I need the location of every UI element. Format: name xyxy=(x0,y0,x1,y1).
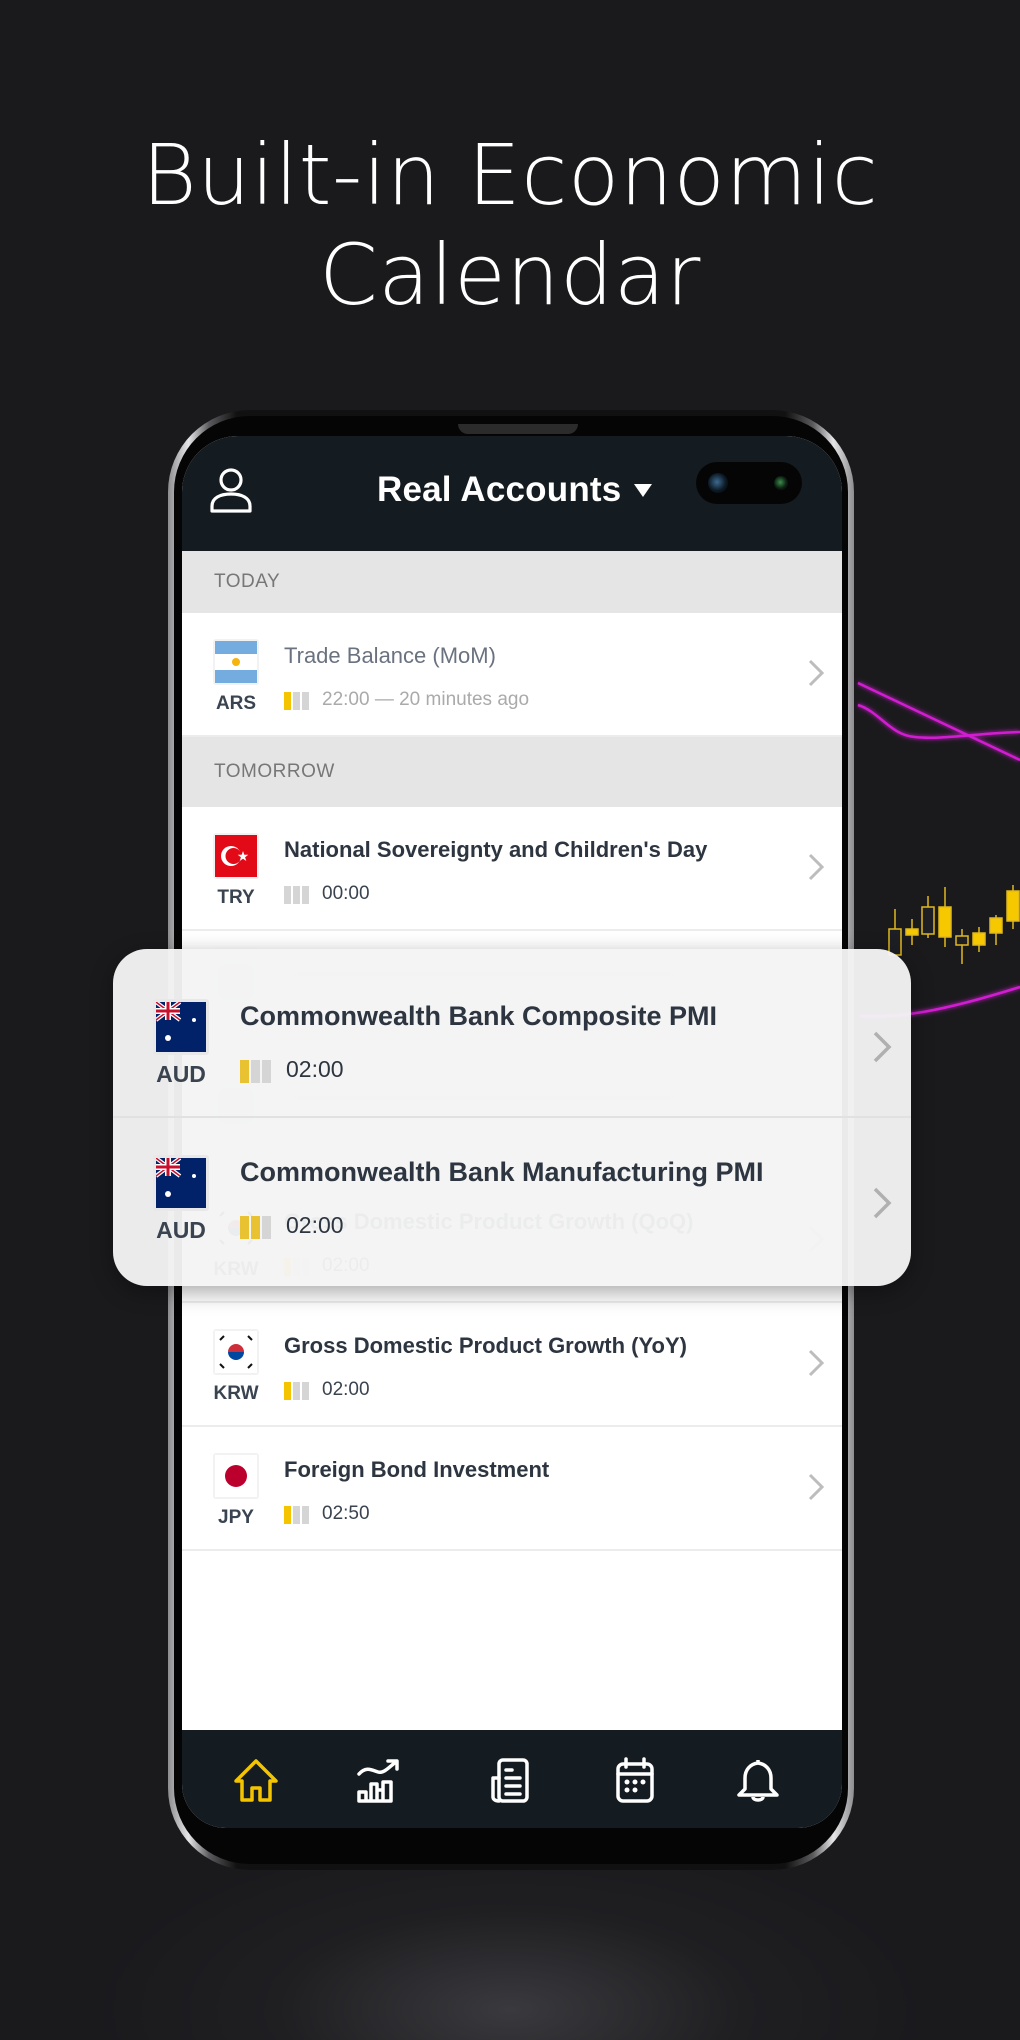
event-row[interactable]: TRY National Sovereignty and Children's … xyxy=(182,807,842,931)
event-row[interactable]: KRW Gross Domestic Product Growth (YoY) … xyxy=(182,1303,842,1427)
news-icon[interactable] xyxy=(485,1756,535,1806)
bottom-nav xyxy=(182,1730,842,1828)
top-bar: Real Accounts xyxy=(182,436,842,551)
currency-code: ARS xyxy=(215,693,257,714)
chevron-right-icon xyxy=(808,659,825,687)
chevron-right-icon xyxy=(808,853,825,881)
australia-flag-icon xyxy=(153,1155,209,1211)
south-korea-flag-icon xyxy=(213,1329,259,1375)
markets-chart-icon[interactable] xyxy=(354,1756,404,1806)
camera-lens xyxy=(708,473,728,493)
front-camera xyxy=(696,462,802,504)
event-row-highlighted[interactable]: AUD Commonwealth Bank Composite PMI 02:0… xyxy=(113,949,911,1099)
phone-speaker xyxy=(458,424,578,434)
event-row-highlighted[interactable]: AUD Commonwealth Bank Manufacturing PMI … xyxy=(113,1117,911,1286)
caret-down-icon[interactable] xyxy=(634,484,652,497)
chevron-right-icon xyxy=(873,1031,892,1063)
camera-lens-secondary xyxy=(774,476,788,490)
section-header-today: TODAY xyxy=(182,551,842,613)
event-time: 00:00 xyxy=(322,883,370,904)
account-selector[interactable]: Real Accounts xyxy=(377,470,621,510)
event-time: 02:50 xyxy=(322,1503,370,1524)
headline: Built-in Economic Calendar xyxy=(0,125,1020,325)
event-row[interactable]: ARS Trade Balance (MoM) 22:00 — 20 minut… xyxy=(182,613,842,737)
event-time: 22:00 — 20 minutes ago xyxy=(322,689,530,710)
currency-code: AUD xyxy=(156,1217,206,1243)
headline-line-1: Built-in Economic xyxy=(141,126,879,224)
headline-line-2: Calendar xyxy=(319,226,701,324)
calendar-icon[interactable] xyxy=(610,1756,660,1806)
event-row[interactable]: JPY Foreign Bond Investment 02:50 xyxy=(182,1427,842,1551)
event-title: Trade Balance (MoM) xyxy=(284,643,496,668)
currency-code: TRY xyxy=(217,887,255,908)
event-title: Foreign Bond Investment xyxy=(284,1457,550,1482)
event-title: National Sovereignty and Children's Day xyxy=(284,837,708,862)
argentina-flag-icon xyxy=(213,639,259,685)
event-title: Commonwealth Bank Composite PMI xyxy=(240,1001,718,1031)
impact-indicator xyxy=(284,692,310,710)
turkey-flag-icon xyxy=(213,833,259,879)
section-header-tomorrow: TOMORROW xyxy=(182,737,842,807)
chevron-right-icon xyxy=(808,1473,825,1501)
event-title: Commonwealth Bank Manufacturing PMI xyxy=(240,1157,764,1187)
impact-indicator xyxy=(284,886,310,904)
currency-code: AUD xyxy=(156,1061,206,1087)
event-time: 02:00 xyxy=(286,1056,344,1082)
highlighted-events-card: AUD Commonwealth Bank Composite PMI 02:0… xyxy=(113,949,911,1286)
event-time: 02:00 xyxy=(322,1379,370,1400)
currency-code: JPY xyxy=(218,1507,254,1528)
event-time: 02:00 xyxy=(286,1212,344,1238)
bell-icon[interactable] xyxy=(733,1756,783,1806)
chevron-right-icon xyxy=(873,1187,892,1219)
impact-indicator xyxy=(284,1382,310,1400)
currency-code: KRW xyxy=(213,1383,259,1404)
australia-flag-icon xyxy=(153,999,209,1055)
impact-indicator xyxy=(240,1060,272,1083)
trend-line-2 xyxy=(857,703,1020,739)
chevron-right-icon xyxy=(808,1349,825,1377)
event-title: Gross Domestic Product Growth (YoY) xyxy=(284,1333,687,1358)
home-icon[interactable] xyxy=(231,1756,281,1806)
trend-line-1 xyxy=(857,681,1020,762)
impact-indicator xyxy=(284,1506,310,1524)
impact-indicator xyxy=(240,1216,272,1239)
japan-flag-icon xyxy=(213,1453,259,1499)
user-icon[interactable] xyxy=(208,466,254,514)
